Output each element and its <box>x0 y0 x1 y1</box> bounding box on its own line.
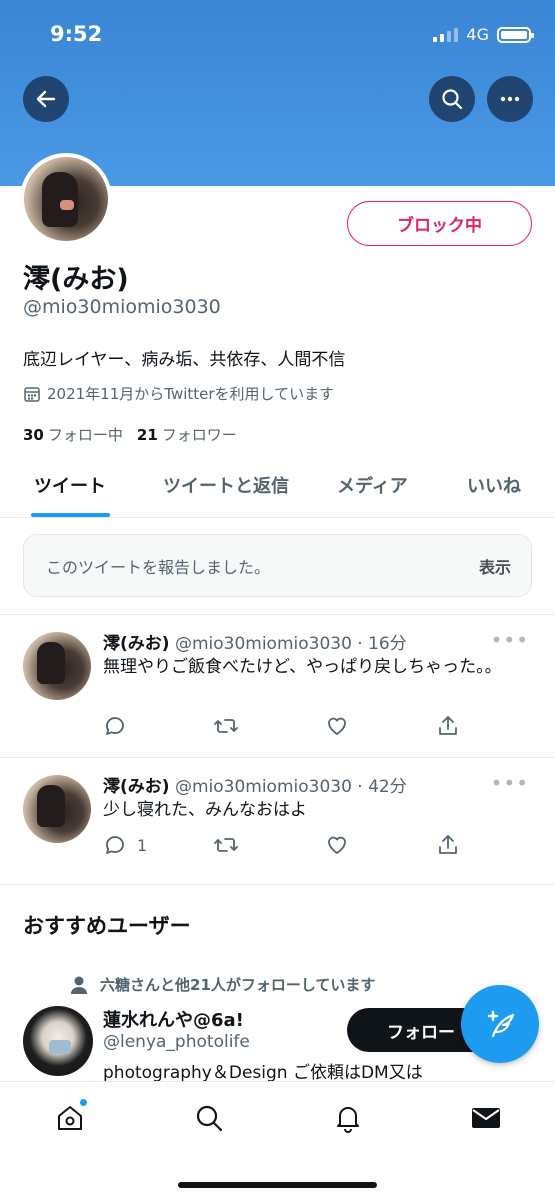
like-button[interactable] <box>325 833 349 857</box>
notice-text: このツイートを報告しました。 <box>46 557 271 577</box>
status-indicators: 4G <box>433 25 534 44</box>
followers-link[interactable]: 21 フォロワー <box>137 424 237 445</box>
divider <box>0 614 555 615</box>
nav-notifications[interactable] <box>328 1098 368 1138</box>
retweet-icon <box>214 719 238 733</box>
nav-messages[interactable] <box>466 1098 506 1138</box>
battery-icon <box>497 26 534 43</box>
suggested-user-name[interactable]: 蓮水れんや@6a! <box>103 1006 244 1032</box>
home-icon <box>58 1106 82 1130</box>
tweet-header: 澪(みお) @mio30miomio3030 · 42分 <box>103 777 407 797</box>
tweet-avatar[interactable] <box>23 632 91 700</box>
tweet-text: 無理やりご飯食べたけど、やっぱり戻しちゃった。。 <box>103 657 502 677</box>
network-label: 4G <box>466 25 489 44</box>
tweet-more-icon[interactable]: ••• <box>491 771 529 795</box>
share-icon <box>439 835 457 854</box>
more-button[interactable] <box>487 76 533 122</box>
reply-icon <box>106 717 124 735</box>
arrow-left-icon <box>36 90 56 108</box>
tweet-text: 少し寝れた、みんなおはよ <box>103 800 307 820</box>
profile-tabs: ツイート ツイートと返信 メディア いいね <box>0 462 555 518</box>
suggestions-title: おすすめユーザー <box>23 914 191 938</box>
active-tab-indicator <box>31 513 110 517</box>
share-button[interactable] <box>436 833 460 857</box>
tab-tweets[interactable]: ツイート <box>34 472 106 498</box>
social-context: 六糖さんと他21人がフォローしています <box>70 974 375 995</box>
compose-tweet-button[interactable] <box>461 985 539 1063</box>
reply-count: 1 <box>137 835 148 855</box>
compose-tweet-icon <box>487 1010 515 1038</box>
bottom-navigation <box>0 1081 555 1200</box>
retweet-icon <box>214 838 238 852</box>
profile-joined: 2021年11月からTwitterを利用しています <box>23 383 334 404</box>
heart-icon <box>328 836 346 854</box>
profile-avatar[interactable] <box>20 153 112 245</box>
heart-icon <box>328 717 346 735</box>
retweet-button[interactable] <box>213 714 239 738</box>
like-button[interactable] <box>325 714 349 738</box>
bell-icon <box>337 1107 359 1133</box>
tab-tweets-replies[interactable]: ツイートと返信 <box>163 472 289 498</box>
tweet-header: 澪(みお) @mio30miomio3030 · 16分 <box>103 634 407 654</box>
following-link[interactable]: 30 フォロー中 <box>23 424 123 445</box>
back-button[interactable] <box>23 76 69 122</box>
divider <box>0 884 555 885</box>
search-icon <box>442 89 463 110</box>
suggested-user-bio: photography＆Design ご依頼はDM又は <box>103 1063 423 1083</box>
show-button[interactable]: 表示 <box>479 554 511 578</box>
nav-explore[interactable] <box>189 1098 229 1138</box>
share-button[interactable] <box>436 714 460 738</box>
tab-media[interactable]: メディア <box>337 472 408 498</box>
retweet-button[interactable] <box>213 833 239 857</box>
search-button[interactable] <box>429 76 475 122</box>
share-icon <box>439 716 457 735</box>
profile-bio: 底辺レイヤー、病み垢、共依存、人間不信 <box>23 350 346 370</box>
signal-icon <box>433 27 459 42</box>
divider <box>0 757 555 758</box>
more-horizontal-icon <box>500 96 520 102</box>
blocked-button[interactable]: ブロック中 <box>347 201 532 246</box>
reply-button[interactable] <box>103 714 137 738</box>
profile-name: 澪(みお) <box>23 264 129 295</box>
suggested-user-avatar[interactable] <box>23 1006 93 1076</box>
joined-text: 2021年11月からTwitterを利用しています <box>47 385 335 403</box>
nav-home[interactable] <box>50 1098 90 1138</box>
reply-icon <box>106 836 124 854</box>
home-indicator <box>178 1182 377 1188</box>
follow-stats: 30 フォロー中 21 フォロワー <box>23 424 237 445</box>
status-time: 9:52 <box>50 22 103 46</box>
profile-handle: @mio30miomio3030 <box>23 296 221 318</box>
mail-icon <box>472 1108 500 1128</box>
search-icon <box>196 1105 223 1132</box>
notification-dot <box>79 1098 88 1107</box>
person-icon <box>71 976 87 994</box>
reported-notice: このツイートを報告しました。 表示 <box>23 534 532 597</box>
tweet-avatar[interactable] <box>23 775 91 843</box>
suggested-user-handle: @lenya_photolife <box>103 1032 250 1052</box>
tab-likes[interactable]: いいね <box>467 472 521 498</box>
tweet-more-icon[interactable]: ••• <box>491 628 529 652</box>
reply-button[interactable]: 1 <box>103 833 147 857</box>
calendar-icon <box>24 386 40 402</box>
